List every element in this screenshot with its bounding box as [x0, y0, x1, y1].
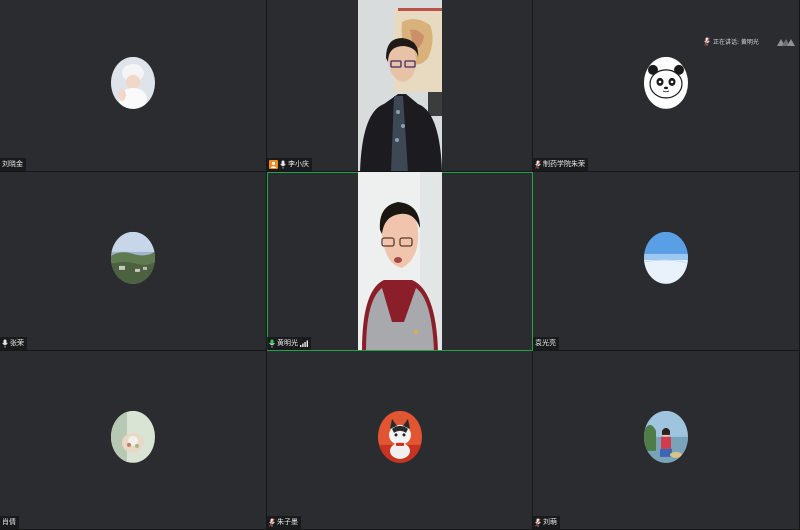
participant-name: 李小庆 — [288, 160, 309, 168]
participant-name: 刘萌 — [543, 518, 557, 526]
mic-muted-icon — [704, 37, 710, 46]
mic-muted-icon — [535, 518, 541, 527]
speaking-indicator: 正在讲话: 黄明光 — [704, 37, 759, 46]
participant-name: 制药学院朱荣 — [543, 160, 585, 168]
participant-tile[interactable]: 刘萌 — [533, 351, 800, 530]
participant-avatar — [377, 410, 422, 463]
participant-tile[interactable]: 袁光亮 — [533, 172, 800, 351]
participant-avatar — [644, 231, 688, 284]
participant-name: 张荣 — [10, 339, 24, 347]
participant-nameplate: 刘萌 — [533, 516, 560, 529]
participant-tile[interactable]: 朱子墨 — [267, 351, 533, 530]
participant-tile[interactable]: 李小庆 — [267, 0, 533, 172]
participant-name: 袁光亮 — [535, 339, 556, 347]
layout-toggle-icon[interactable] — [776, 37, 796, 47]
participant-nameplate: 张荣 — [0, 337, 27, 350]
participant-nameplate: 李小庆 — [267, 158, 312, 171]
participant-name: 肖倩 — [2, 518, 16, 526]
participant-video — [357, 172, 442, 350]
participant-avatar — [644, 56, 688, 109]
participant-name: 刘晓金 — [2, 160, 23, 168]
participant-name: 朱子墨 — [277, 518, 298, 526]
mic-muted-icon — [269, 518, 275, 527]
video-grid: 刘晓金 李小庆 制药学院朱荣 张荣 黄明光 袁光亮 肖倩 朱子墨 刘萌 — [0, 0, 800, 530]
participant-video — [357, 0, 442, 171]
signal-strength-icon — [300, 340, 308, 347]
participant-avatar — [111, 56, 155, 109]
participant-nameplate: 朱子墨 — [267, 516, 301, 529]
mic-muted-icon — [535, 160, 541, 169]
mic-on-icon — [2, 339, 8, 348]
participant-avatar — [644, 410, 688, 463]
participant-tile[interactable]: 刘晓金 — [0, 0, 267, 172]
camera-badge-icon — [269, 160, 278, 169]
participant-nameplate: 制药学院朱荣 — [533, 158, 588, 171]
participant-tile-active[interactable]: 黄明光 — [267, 172, 533, 351]
participant-nameplate: 黄明光 — [267, 337, 311, 350]
participant-nameplate: 肖倩 — [0, 516, 19, 529]
mic-speaking-icon — [269, 339, 275, 348]
participant-avatar — [111, 410, 155, 463]
participant-tile[interactable]: 张荣 — [0, 172, 267, 351]
participant-nameplate: 袁光亮 — [533, 337, 559, 350]
participant-name: 黄明光 — [277, 339, 298, 347]
participant-avatar — [111, 231, 155, 284]
participant-tile[interactable]: 制药学院朱荣 — [533, 0, 800, 172]
participant-nameplate: 刘晓金 — [0, 158, 26, 171]
mic-on-icon — [280, 160, 286, 169]
participant-tile[interactable]: 肖倩 — [0, 351, 267, 530]
speaking-label: 正在讲话: 黄明光 — [713, 39, 759, 46]
